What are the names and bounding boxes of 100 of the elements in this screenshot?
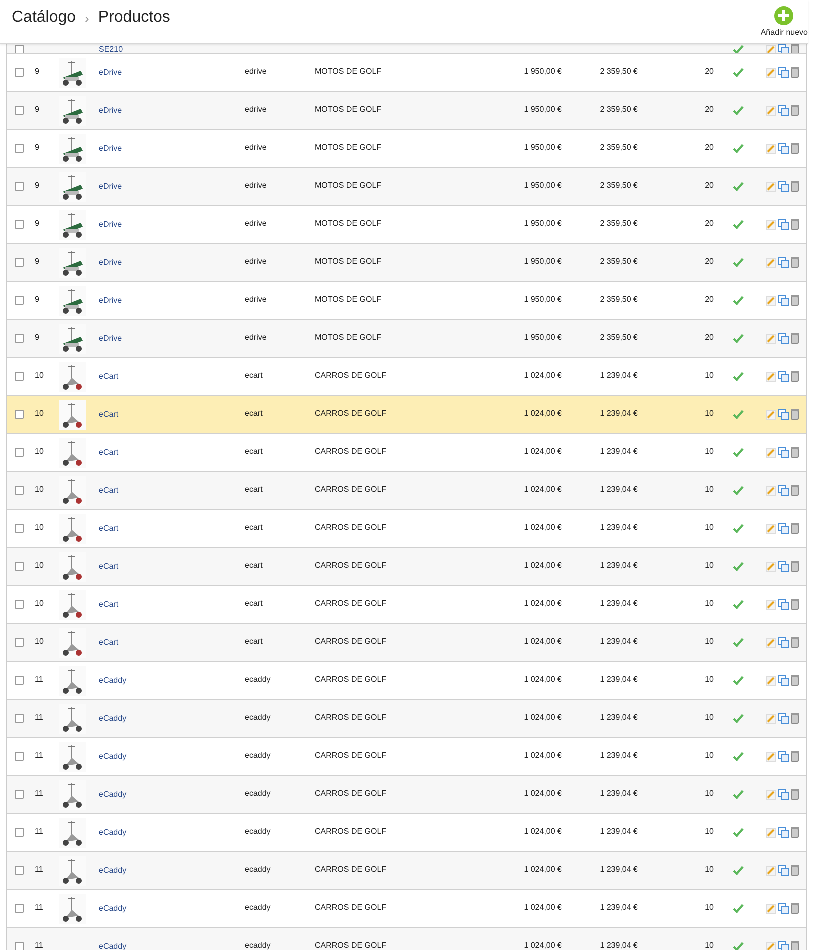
duplicate-icon[interactable]	[778, 371, 789, 382]
check-icon[interactable]	[732, 296, 744, 305]
check-icon[interactable]	[732, 562, 744, 571]
duplicate-icon[interactable]	[778, 903, 789, 914]
product-name[interactable]: eDrive	[99, 106, 122, 116]
table-row[interactable]: 11 eCaddy ecaddy CARROS DE GOLF 1 024,00 € 1 239,04 € 10	[7, 852, 806, 890]
check-icon[interactable]	[732, 676, 744, 685]
pencil-icon[interactable]	[766, 258, 776, 268]
row-checkbox[interactable]	[14, 258, 24, 267]
trash-icon[interactable]	[791, 219, 799, 230]
row-checkbox[interactable]	[14, 106, 24, 115]
table-row[interactable]: 11 eCaddy ecaddy CARROS DE GOLF 1 024,00 € 1 239,04 € 10	[7, 776, 806, 814]
duplicate-icon[interactable]	[778, 827, 789, 838]
pencil-icon[interactable]	[766, 68, 776, 78]
pencil-icon[interactable]	[766, 790, 776, 800]
row-checkbox[interactable]	[14, 790, 24, 799]
pencil-icon[interactable]	[766, 410, 776, 420]
row-checkbox[interactable]	[14, 68, 24, 77]
trash-icon[interactable]	[791, 789, 799, 800]
duplicate-icon[interactable]	[778, 447, 789, 458]
duplicate-icon[interactable]	[778, 941, 789, 950]
pencil-icon[interactable]	[766, 600, 776, 610]
check-icon[interactable]	[732, 866, 744, 875]
check-icon[interactable]	[732, 448, 744, 457]
table-row[interactable]: 11 eCaddy ecaddy CARROS DE GOLF 1 024,00 € 1 239,04 € 10	[7, 700, 806, 738]
row-checkbox[interactable]	[14, 600, 24, 609]
check-icon[interactable]	[732, 828, 744, 837]
product-name[interactable]: eDrive	[99, 220, 122, 230]
row-checkbox[interactable]	[14, 638, 24, 647]
product-name[interactable]: eCart	[99, 524, 119, 534]
duplicate-icon[interactable]	[778, 751, 789, 762]
trash-icon[interactable]	[791, 371, 799, 382]
trash-icon[interactable]	[791, 333, 799, 344]
product-name[interactable]: eDrive	[99, 68, 122, 78]
add-new-button[interactable]: Añadir nuevo	[760, 6, 808, 37]
row-checkbox[interactable]	[14, 524, 24, 533]
check-icon[interactable]	[732, 942, 744, 950]
pencil-icon[interactable]	[766, 296, 776, 306]
pencil-icon[interactable]	[766, 144, 776, 154]
check-icon[interactable]	[732, 182, 744, 191]
product-name[interactable]: eCart	[99, 448, 119, 458]
check-icon[interactable]	[732, 258, 744, 267]
check-icon[interactable]	[732, 600, 744, 609]
check-icon[interactable]	[732, 486, 744, 495]
table-row[interactable]: 9 eDrive edrive MOTOS DE GOLF 1 950,00 € 2 359,50 € 20	[7, 168, 806, 206]
table-row[interactable]: 11 eCaddy ecaddy CARROS DE GOLF 1 024,00 € 1 239,04 € 10	[7, 928, 806, 950]
product-name[interactable]: eCart	[99, 638, 119, 648]
table-row[interactable]: 10 eCart ecart CARROS DE GOLF 1 024,00 € 1 239,04 € 10	[7, 624, 806, 662]
row-checkbox[interactable]	[14, 372, 24, 381]
duplicate-icon[interactable]	[778, 675, 789, 686]
duplicate-icon[interactable]	[778, 333, 789, 344]
duplicate-icon[interactable]	[778, 67, 789, 78]
check-icon[interactable]	[732, 904, 744, 913]
product-name[interactable]: eDrive	[99, 144, 122, 154]
row-checkbox[interactable]	[14, 562, 24, 571]
row-checkbox[interactable]	[14, 410, 24, 419]
pencil-icon[interactable]	[766, 904, 776, 914]
pencil-icon[interactable]	[766, 752, 776, 762]
row-checkbox[interactable]	[14, 752, 24, 761]
row-checkbox[interactable]	[14, 486, 24, 495]
duplicate-icon[interactable]	[778, 523, 789, 534]
trash-icon[interactable]	[791, 713, 799, 724]
row-checkbox[interactable]	[14, 182, 24, 191]
pencil-icon[interactable]	[766, 524, 776, 534]
pencil-icon[interactable]	[766, 220, 776, 230]
check-icon[interactable]	[732, 752, 744, 761]
trash-icon[interactable]	[791, 295, 799, 306]
duplicate-icon[interactable]	[778, 219, 789, 230]
row-checkbox[interactable]	[14, 828, 24, 837]
check-icon[interactable]	[732, 372, 744, 381]
duplicate-icon[interactable]	[778, 257, 789, 268]
pencil-icon[interactable]	[766, 828, 776, 838]
duplicate-icon[interactable]	[778, 599, 789, 610]
product-name[interactable]: eCaddy	[99, 676, 127, 686]
product-name[interactable]: eDrive	[99, 296, 122, 306]
row-checkbox[interactable]	[14, 942, 24, 950]
trash-icon[interactable]	[791, 675, 799, 686]
table-row[interactable]: 9 eDrive edrive MOTOS DE GOLF 1 950,00 € 2 359,50 € 20	[7, 92, 806, 130]
product-name[interactable]: eCart	[99, 562, 119, 572]
duplicate-icon[interactable]	[778, 485, 789, 496]
trash-icon[interactable]	[791, 637, 799, 648]
duplicate-icon[interactable]	[778, 295, 789, 306]
product-name[interactable]: eDrive	[99, 258, 122, 268]
check-icon[interactable]	[732, 638, 744, 647]
trash-icon[interactable]	[791, 865, 799, 876]
duplicate-icon[interactable]	[778, 561, 789, 572]
check-icon[interactable]	[732, 106, 744, 115]
pencil-icon[interactable]	[766, 486, 776, 496]
breadcrumb-link[interactable]: Catálogo	[12, 9, 76, 27]
trash-icon[interactable]	[791, 257, 799, 268]
trash-icon[interactable]	[791, 941, 799, 950]
table-row[interactable]: 10 eCart ecart CARROS DE GOLF 1 024,00 € 1 239,04 € 10	[7, 548, 806, 586]
check-icon[interactable]	[732, 68, 744, 77]
pencil-icon[interactable]	[766, 676, 776, 686]
product-name[interactable]: eCaddy	[99, 752, 127, 762]
trash-icon[interactable]	[791, 599, 799, 610]
pencil-icon[interactable]	[766, 372, 776, 382]
check-icon[interactable]	[732, 790, 744, 799]
check-icon[interactable]	[732, 524, 744, 533]
duplicate-icon[interactable]	[778, 789, 789, 800]
